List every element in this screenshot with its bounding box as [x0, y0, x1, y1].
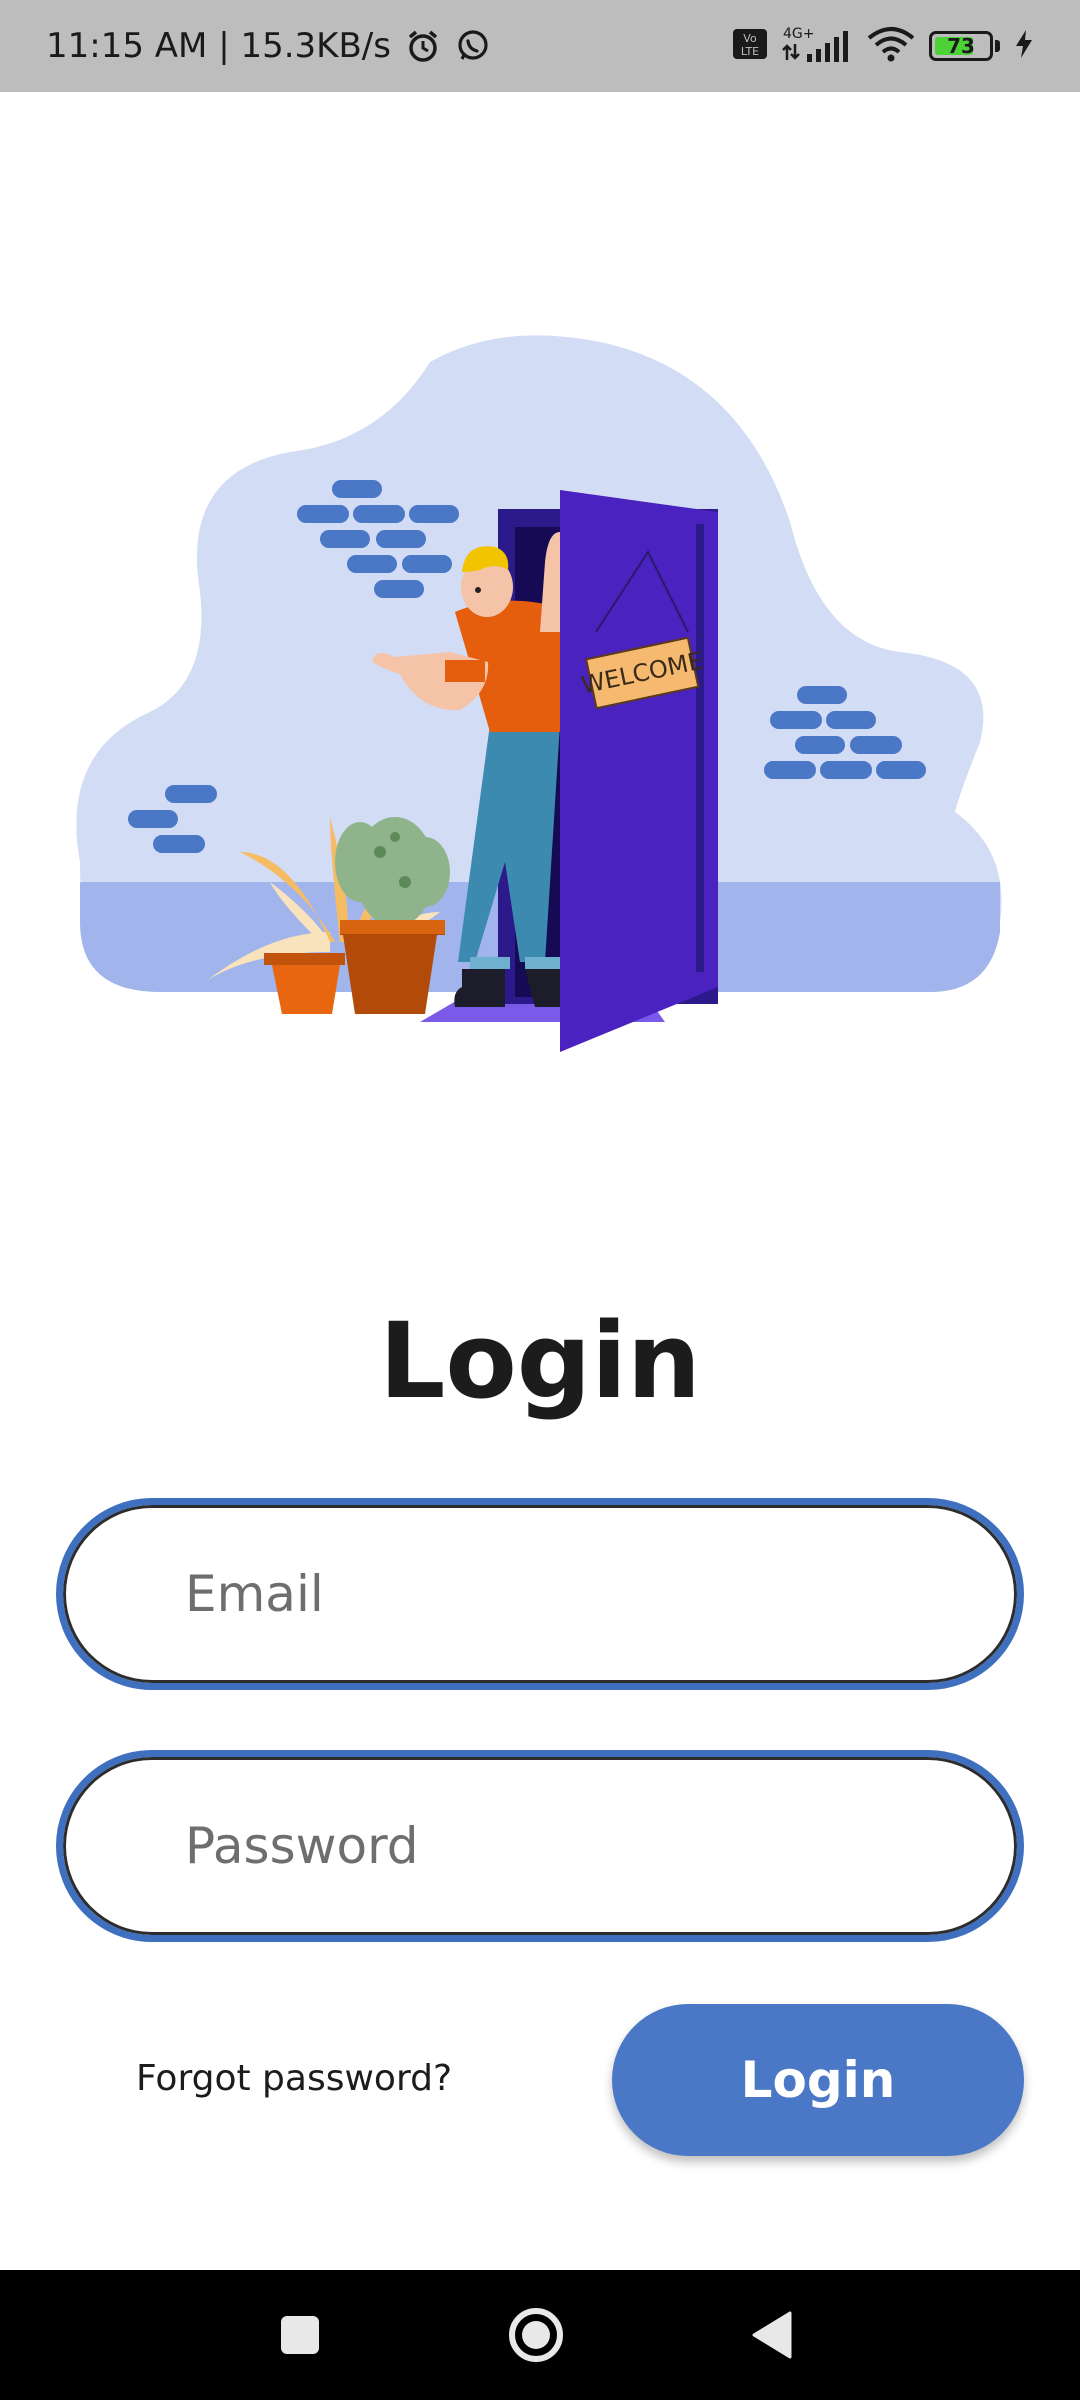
status-time: 11:15 AM | 15.3KB/s	[46, 26, 391, 66]
recents-button[interactable]	[230, 2270, 370, 2400]
cellular-signal-icon: 4G+	[781, 24, 853, 68]
charging-bolt-icon	[1014, 29, 1034, 63]
battery-level: 73	[947, 34, 975, 58]
welcome-illustration: WELCOME	[0, 92, 1080, 1242]
wifi-icon	[867, 26, 915, 66]
square-recents-icon	[281, 2316, 319, 2354]
volte-icon: Vo LTE	[733, 29, 767, 63]
status-bar: 11:15 AM | 15.3KB/s Vo LTE 4G+ 73	[0, 0, 1080, 92]
navigation-bar	[0, 2270, 1080, 2400]
alarm-clock-icon	[405, 28, 441, 64]
email-input[interactable]	[185, 1565, 1017, 1623]
home-button[interactable]	[466, 2270, 606, 2400]
login-button[interactable]: Login	[612, 2004, 1024, 2156]
svg-text:LTE: LTE	[741, 45, 759, 58]
battery-icon: 73	[929, 31, 1000, 61]
password-input[interactable]	[185, 1817, 1017, 1875]
triangle-back-icon	[752, 2311, 792, 2359]
password-field[interactable]	[56, 1750, 1024, 1942]
back-button[interactable]	[702, 2270, 842, 2400]
circle-home-icon	[509, 2308, 563, 2362]
email-field[interactable]	[56, 1498, 1024, 1690]
whatsapp-icon	[455, 28, 491, 64]
svg-text:4G+: 4G+	[783, 26, 815, 42]
page-title: Login	[379, 1300, 701, 1422]
svg-text:Vo: Vo	[743, 32, 757, 45]
forgot-password-link[interactable]: Forgot password?	[136, 2058, 452, 2099]
